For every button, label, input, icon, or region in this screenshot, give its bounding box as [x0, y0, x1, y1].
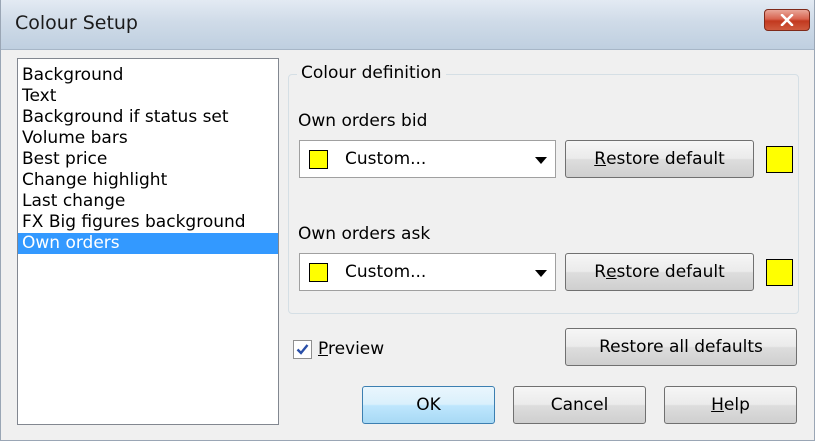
- bid-current-colour-swatch: [766, 146, 793, 173]
- ask-current-colour-swatch: [766, 259, 793, 286]
- list-item-text[interactable]: Text: [18, 86, 278, 107]
- chevron-down-icon: [535, 270, 547, 277]
- own-orders-ask-colour-select[interactable]: Custom...: [299, 253, 556, 291]
- ask-colour-value: Custom...: [345, 262, 427, 282]
- list-item-change-highlight[interactable]: Change highlight: [18, 170, 278, 191]
- colour-setup-dialog: Colour Setup Background Text Background …: [0, 0, 815, 441]
- bid-colour-swatch: [309, 150, 328, 169]
- preview-checkbox[interactable]: [293, 340, 312, 359]
- restore-default-bid-button[interactable]: Restore default: [565, 140, 754, 178]
- preview-label[interactable]: Preview: [318, 339, 384, 359]
- chevron-down-icon: [535, 157, 547, 164]
- ok-button[interactable]: OK: [362, 386, 495, 424]
- checkmark-icon: [296, 344, 309, 355]
- ask-colour-swatch: [309, 263, 328, 282]
- list-item-own-orders[interactable]: Own orders: [18, 233, 278, 254]
- restore-default-ask-button[interactable]: Re store default: [565, 253, 754, 291]
- close-button[interactable]: [764, 9, 810, 31]
- own-orders-bid-label: Own orders bid: [298, 111, 428, 131]
- list-item-last-change[interactable]: Last change: [18, 191, 278, 212]
- title-bar: Colour Setup: [1, 0, 814, 50]
- bid-colour-value: Custom...: [345, 149, 427, 169]
- window-title: Colour Setup: [15, 12, 138, 34]
- list-item-background[interactable]: Background: [18, 65, 278, 86]
- colour-definition-legend: Colour definition: [297, 63, 446, 83]
- help-button[interactable]: Help: [664, 386, 797, 424]
- list-item-background-if-status-set[interactable]: Background if status set: [18, 107, 278, 128]
- list-item-volume-bars[interactable]: Volume bars: [18, 128, 278, 149]
- own-orders-ask-label: Own orders ask: [298, 224, 431, 244]
- restore-all-defaults-button[interactable]: Restore all defaults: [565, 328, 797, 366]
- colour-element-list[interactable]: Background Text Background if status set…: [17, 58, 279, 425]
- own-orders-bid-colour-select[interactable]: Custom...: [299, 140, 556, 178]
- list-item-fx-big-figures-background[interactable]: FX Big figures background: [18, 212, 278, 233]
- list-item-best-price[interactable]: Best price: [18, 149, 278, 170]
- cancel-button[interactable]: Cancel: [513, 386, 646, 424]
- close-icon: [780, 14, 794, 26]
